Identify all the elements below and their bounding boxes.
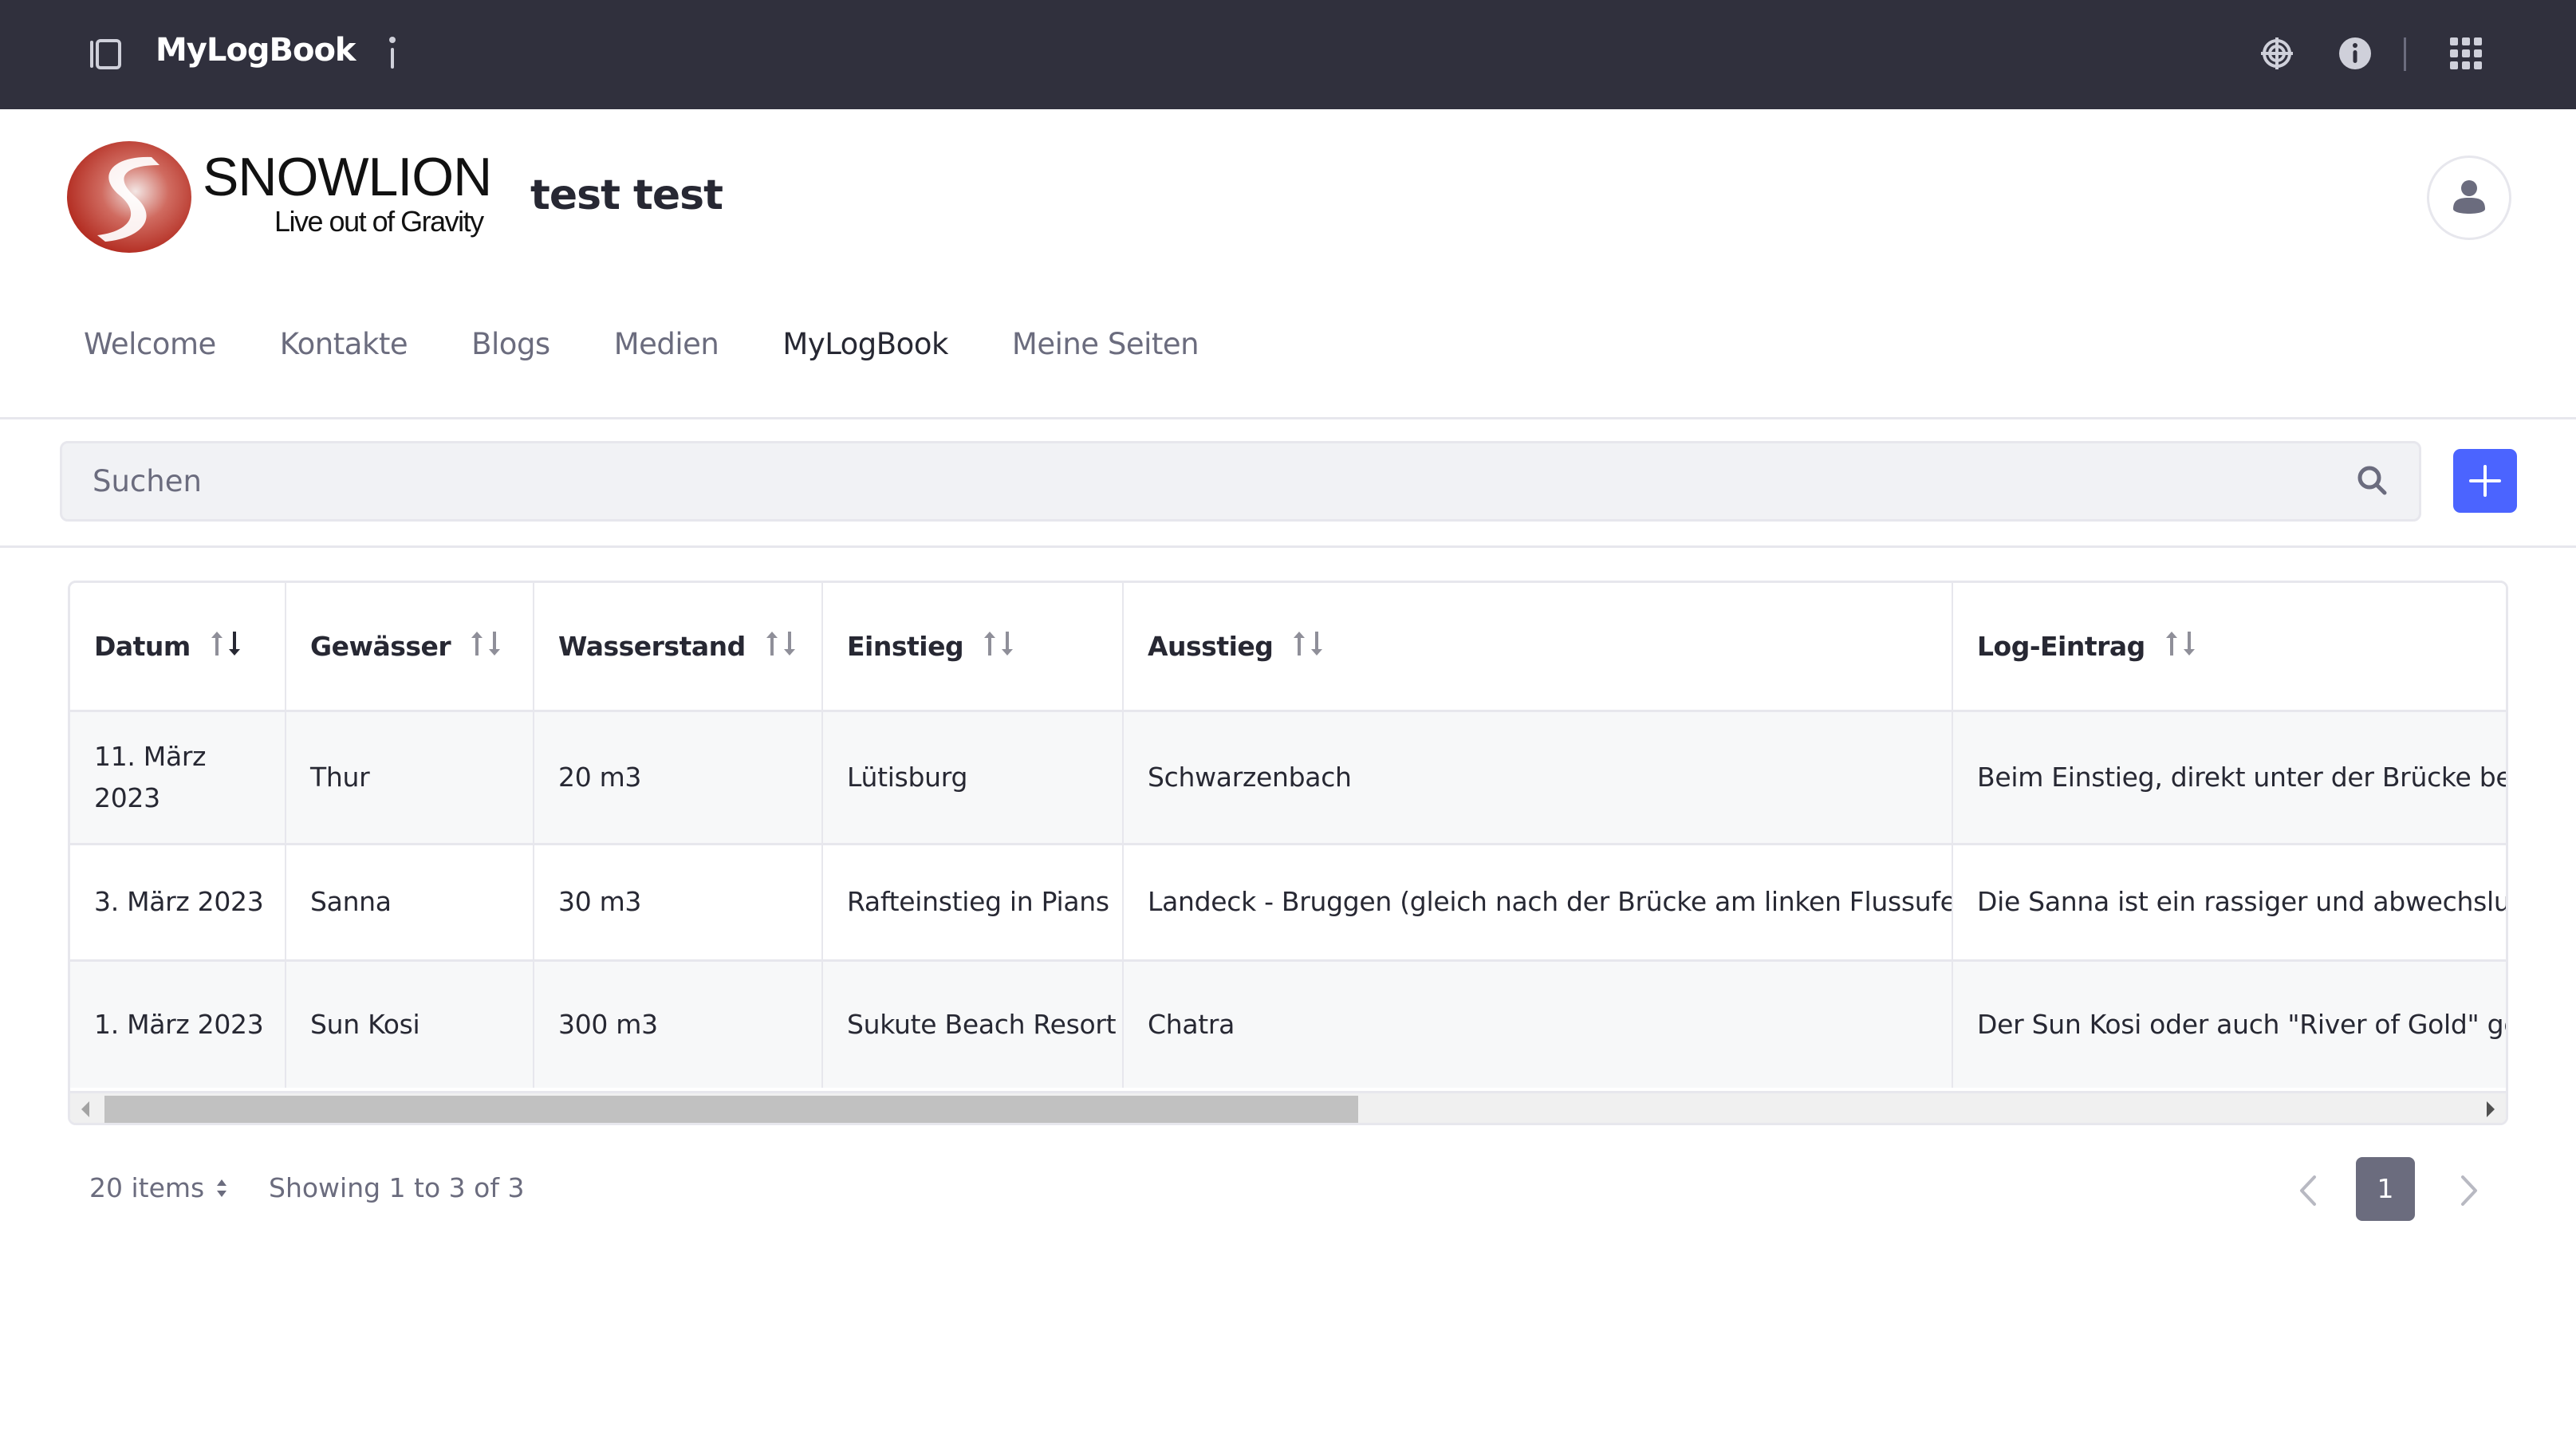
nav-item-blogs[interactable]: Blogs (451, 319, 570, 370)
cell-ausstieg[interactable]: Landeck - Bruggen (gleich nach der Brück… (1123, 844, 1953, 962)
sort-icon[interactable] (1290, 630, 1325, 657)
table-header-row: Datum Gewässer Wasserstand Einstieg Auss… (70, 583, 2506, 712)
search-icon[interactable] (2354, 463, 2391, 499)
column-header-log-eintrag[interactable]: Log-Eintrag (1952, 583, 2506, 712)
nav-item-mylogbook[interactable]: MyLogBook (762, 319, 968, 370)
cell-gewaesser[interactable]: Thur (286, 711, 534, 845)
info-circle-icon[interactable] (2338, 36, 2373, 71)
cell-datum[interactable]: 1. März 2023 (70, 960, 286, 1088)
site-name[interactable]: test test (530, 171, 723, 219)
search-field (60, 441, 2421, 522)
plus-icon (2469, 465, 2501, 497)
cell-wasserstand[interactable]: 30 m3 (534, 844, 823, 962)
cell-einstieg[interactable]: Sukute Beach Resort (822, 960, 1124, 1088)
cell-einstieg[interactable]: Lütisburg (822, 711, 1124, 845)
cell-gewaesser[interactable]: Sun Kosi (286, 960, 534, 1088)
cell-datum[interactable]: 11. März 2023 (70, 711, 286, 845)
cell-gewaesser[interactable]: Sanna (286, 844, 534, 962)
sort-icon[interactable] (981, 630, 1016, 657)
column-header-gewaesser[interactable]: Gewässer (286, 583, 534, 712)
toolbar-separator (2404, 37, 2406, 71)
sort-icon[interactable] (763, 630, 798, 657)
user-icon (2453, 180, 2485, 214)
items-per-page-label: 20 items (89, 1172, 205, 1203)
items-per-page-select[interactable]: 20 items (89, 1172, 228, 1203)
column-header-ausstieg[interactable]: Ausstieg (1123, 583, 1953, 712)
pagination-results: Showing 1 to 3 of 3 (269, 1172, 525, 1203)
site-navigation: Welcome Kontakte Blogs Medien MyLogBook … (64, 319, 1243, 370)
control-menu: MyLogBook (0, 0, 2576, 109)
sort-icon[interactable] (468, 630, 503, 657)
search-divider (0, 545, 2576, 548)
cell-wasserstand[interactable]: 20 m3 (534, 711, 823, 845)
cell-ausstieg[interactable]: Chatra (1123, 960, 1953, 1088)
caret-double-icon (217, 1179, 227, 1197)
logo-brand-text: SNOWLION (203, 147, 492, 207)
column-header-wasserstand[interactable]: Wasserstand (534, 583, 823, 712)
app-title: MyLogBook (156, 32, 356, 69)
cell-log-eintrag[interactable]: Beim Einstieg, direkt unter der Brücke b… (1952, 711, 2506, 845)
user-avatar-button[interactable] (2427, 156, 2511, 240)
next-page-icon[interactable] (2448, 1171, 2488, 1211)
previous-page-icon[interactable] (2289, 1171, 2329, 1211)
sidebar-toggle-icon[interactable] (89, 38, 121, 70)
site-logo[interactable]: SNOWLION Live out of Gravity (65, 140, 496, 255)
column-header-einstieg[interactable]: Einstieg (822, 583, 1124, 712)
search-input[interactable] (62, 443, 2343, 519)
scrollbar-thumb[interactable] (104, 1096, 1358, 1123)
page-1-button[interactable]: 1 (2356, 1157, 2415, 1221)
cell-ausstieg[interactable]: Schwarzenbach (1123, 711, 1953, 845)
cell-datum[interactable]: 3. März 2023 (70, 844, 286, 962)
logbook-table: Datum Gewässer Wasserstand Einstieg Auss… (70, 583, 2506, 1088)
scroll-left-arrow-icon[interactable] (81, 1101, 89, 1117)
nav-item-medien[interactable]: Medien (594, 319, 739, 370)
info-i-icon[interactable] (383, 32, 402, 72)
nav-item-meine-seiten[interactable]: Meine Seiten (992, 319, 1219, 370)
logbook-table-container: Datum Gewässer Wasserstand Einstieg Auss… (68, 581, 2508, 1125)
header-divider (0, 417, 2576, 419)
add-entry-button[interactable] (2453, 449, 2517, 513)
table-row[interactable]: 3. März 2023 Sanna 30 m3 Rafteinstieg in… (70, 844, 2506, 962)
logo-tagline: Live out of Gravity (274, 205, 484, 238)
cell-wasserstand[interactable]: 300 m3 (534, 960, 823, 1088)
horizontal-scrollbar[interactable] (70, 1091, 2506, 1123)
apps-grid-icon[interactable] (2448, 36, 2483, 71)
cell-log-eintrag[interactable]: Die Sanna ist ein rassiger und abwechslu… (1952, 844, 2506, 962)
scroll-right-arrow-icon[interactable] (2487, 1101, 2495, 1117)
sort-icon[interactable] (2163, 630, 2198, 657)
cell-log-eintrag[interactable]: Der Sun Kosi oder auch "River of Gold" g… (1952, 960, 2506, 1088)
nav-item-kontakte[interactable]: Kontakte (260, 319, 427, 370)
cell-einstieg[interactable]: Rafteinstieg in Pians (822, 844, 1124, 962)
table-row[interactable]: 11. März 2023 Thur 20 m3 Lütisburg Schwa… (70, 711, 2506, 845)
column-header-datum[interactable]: Datum (70, 583, 286, 712)
table-row[interactable]: 1. März 2023 Sun Kosi 300 m3 Sukute Beac… (70, 960, 2506, 1088)
simulation-target-icon[interactable] (2259, 36, 2294, 71)
sort-descending-icon[interactable] (208, 630, 243, 657)
nav-item-welcome[interactable]: Welcome (64, 319, 236, 370)
